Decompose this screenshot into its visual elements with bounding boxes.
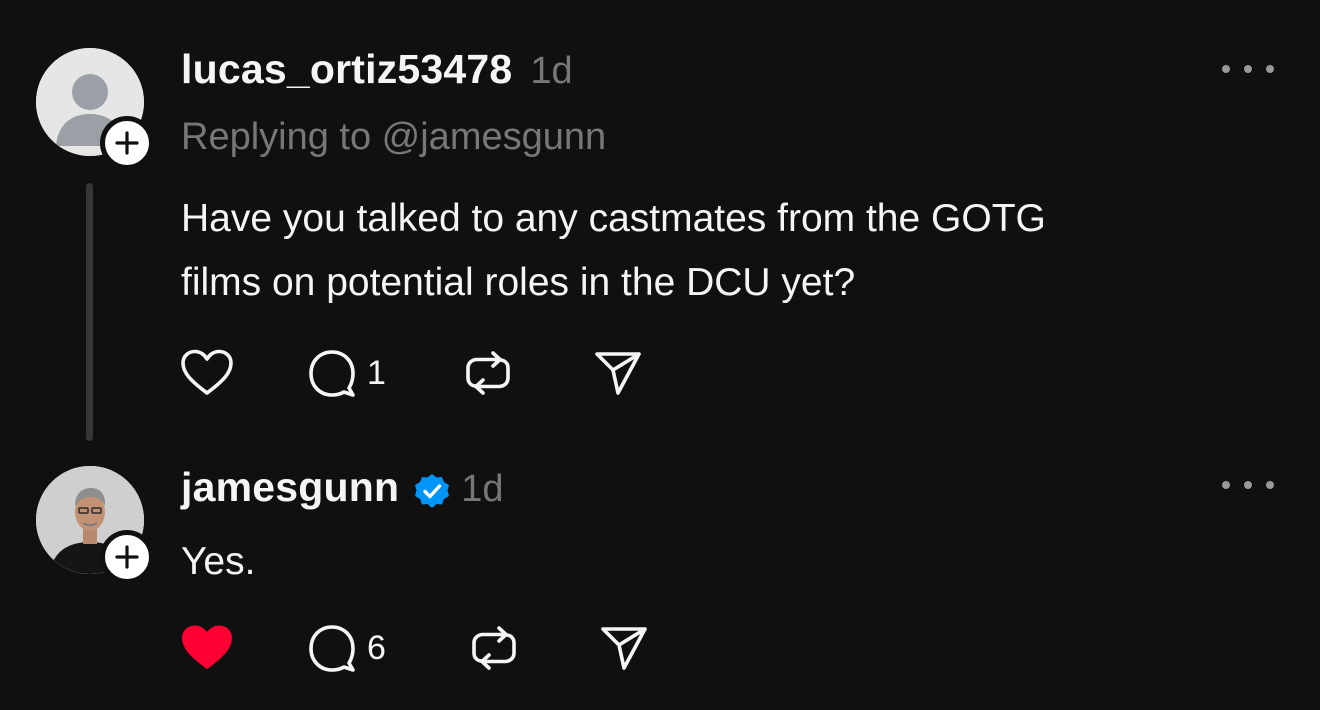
timestamp: 1d xyxy=(530,50,573,92)
more-icon[interactable] xyxy=(1222,54,1274,84)
plus-icon xyxy=(115,131,139,155)
timestamp: 1d xyxy=(461,468,504,510)
action-bar: 6 xyxy=(179,620,659,676)
like-button[interactable] xyxy=(179,345,235,401)
post-header: lucas_ortiz53478 1d xyxy=(181,46,573,93)
plus-icon xyxy=(115,545,139,569)
repost-button[interactable] xyxy=(463,345,513,401)
post-text-line: Yes. xyxy=(181,540,256,583)
action-bar: 1 xyxy=(179,345,659,401)
post-text-line: films on potential roles in the DCU yet? xyxy=(181,261,856,304)
repost-button[interactable] xyxy=(469,620,519,676)
username[interactable]: jamesgunn xyxy=(181,464,399,511)
share-button[interactable] xyxy=(593,345,643,401)
heart-filled-icon xyxy=(182,625,232,669)
repost-icon xyxy=(472,626,516,670)
like-button[interactable] xyxy=(179,620,235,676)
heart-icon xyxy=(181,349,233,395)
username[interactable]: lucas_ortiz53478 xyxy=(181,46,512,93)
replying-to[interactable]: Replying to @jamesgunn xyxy=(181,116,606,159)
post-text: Have you talked to any castmates from th… xyxy=(181,187,1221,315)
repost-icon xyxy=(466,351,510,395)
reply-count: 6 xyxy=(367,628,386,667)
comment-icon xyxy=(309,625,355,672)
reply-button[interactable]: 6 xyxy=(307,620,386,676)
follow-button[interactable] xyxy=(100,116,154,170)
share-icon xyxy=(595,352,641,395)
post-text: Yes. xyxy=(181,530,1221,594)
post-text-line: Have you talked to any castmates from th… xyxy=(181,197,1046,240)
thread-post: jamesgunn 1d Yes. 6 xyxy=(0,450,1320,710)
comment-icon xyxy=(309,350,355,397)
thread-post: lucas_ortiz53478 1d Replying to @jamesgu… xyxy=(0,0,1320,450)
verified-badge-icon xyxy=(413,472,451,510)
more-icon[interactable] xyxy=(1222,470,1274,500)
share-icon xyxy=(601,627,647,670)
post-header: jamesgunn 1d xyxy=(181,464,504,511)
reply-button[interactable]: 1 xyxy=(307,345,386,401)
thread-connector-line xyxy=(86,183,93,441)
share-button[interactable] xyxy=(599,620,649,676)
reply-count: 1 xyxy=(367,353,386,392)
follow-button[interactable] xyxy=(100,530,154,584)
